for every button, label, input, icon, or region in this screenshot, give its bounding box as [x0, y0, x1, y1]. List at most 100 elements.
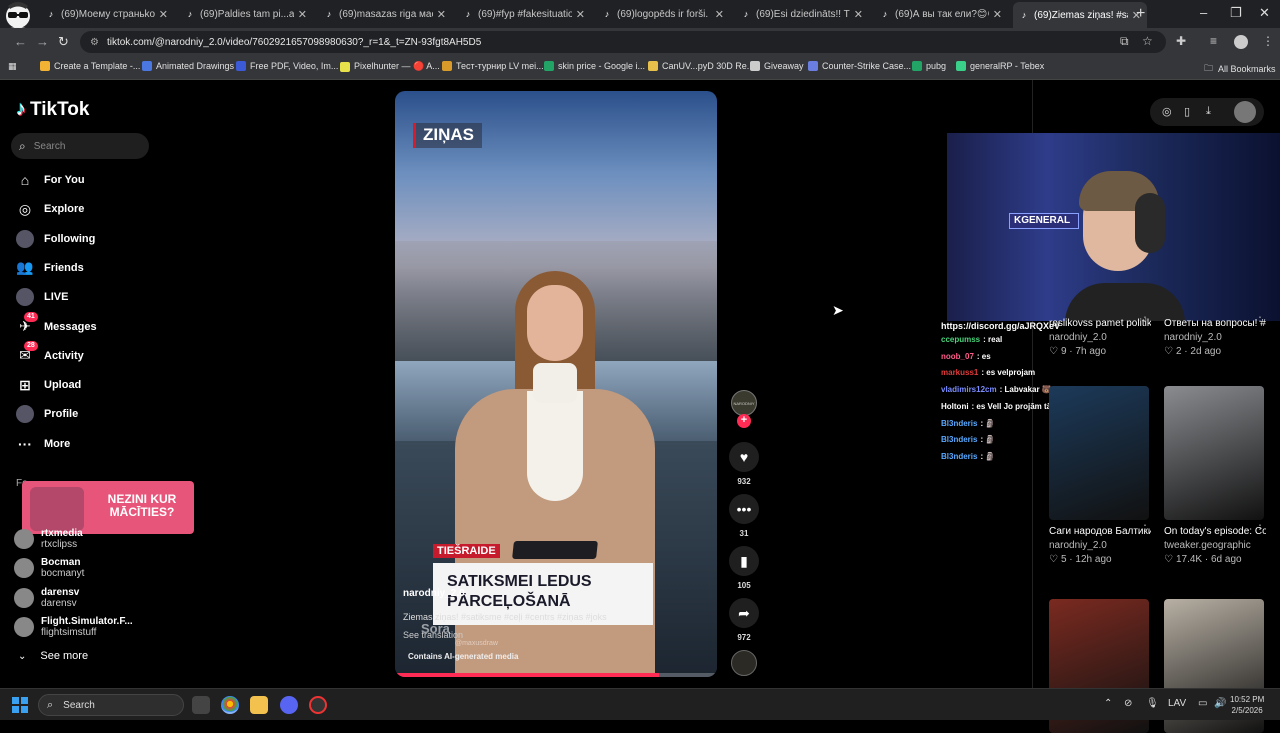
- bookmark-star-icon[interactable]: ☆: [1142, 34, 1153, 48]
- browser-tab[interactable]: ♪ (69)А вы так ели?😊😊 ✕: [874, 3, 1008, 25]
- recommended-video-card[interactable]: On today's episode: Concret...⋮tweaker.g…: [1164, 386, 1266, 567]
- reading-list-icon[interactable]: ≡: [1210, 34, 1217, 48]
- card-author[interactable]: narodniy_2.0: [1049, 331, 1151, 345]
- recommended-video-card[interactable]: roslikovss pamet politiku! #rosliko...⋮n…: [1049, 312, 1151, 359]
- followed-account[interactable]: Bocman bocmanyt: [14, 557, 84, 579]
- bookmark-item[interactable]: pubg: [912, 61, 946, 71]
- bookmark-item[interactable]: Pixelhunter — 🔴 A...: [340, 61, 440, 72]
- bookmark-item[interactable]: generalRP - Tebex: [956, 61, 1044, 71]
- volume-icon[interactable]: 🔊: [1214, 698, 1226, 709]
- card-author[interactable]: narodniy_2.0: [1164, 331, 1266, 345]
- display-icon[interactable]: ▭: [1198, 698, 1207, 709]
- recommended-video-card[interactable]: Саги народов Балтики! часть 5...⋮narodni…: [1049, 386, 1151, 567]
- tab-close-icon[interactable]: ✕: [159, 8, 168, 21]
- nav-item-friends[interactable]: 👥 Friends: [16, 259, 83, 277]
- forward-icon[interactable]: →: [36, 34, 49, 49]
- sound-disc-icon[interactable]: [731, 650, 757, 676]
- bookmark-item[interactable]: Counter-Strike Case...: [808, 61, 911, 71]
- video-author[interactable]: narodniy_2.0: [403, 588, 465, 599]
- tab-close-icon[interactable]: ✕: [298, 8, 307, 21]
- windows-start-icon[interactable]: [12, 697, 28, 713]
- card-author[interactable]: tweaker.geographic: [1164, 539, 1266, 553]
- extensions-icon[interactable]: ✚: [1176, 34, 1186, 48]
- install-app-icon[interactable]: ⧉: [1120, 34, 1129, 49]
- address-bar[interactable]: ⚙ tiktok.com/@narodniy_2.0/video/7602921…: [80, 31, 1166, 53]
- task-view-icon[interactable]: [192, 696, 210, 714]
- card-author[interactable]: narodniy_2.0: [1049, 539, 1151, 553]
- close-window-icon[interactable]: ✕: [1259, 5, 1270, 21]
- apps-grid-icon[interactable]: ▦: [8, 61, 17, 72]
- tray-expand-icon[interactable]: ⌃: [1104, 698, 1112, 709]
- nav-item-more[interactable]: ··· More: [16, 435, 70, 453]
- browser-tab[interactable]: ♪ (69)Esi dziedināts!! Tici ur ✕: [735, 3, 869, 25]
- video-thumbnail[interactable]: [1049, 386, 1149, 520]
- like-button[interactable]: ♥ 932: [728, 442, 760, 486]
- nav-item-following[interactable]: Following: [16, 229, 95, 248]
- nav-item-for-you[interactable]: ⌂ For You: [16, 171, 85, 189]
- ad-banner[interactable]: NEZINI KUR MĀCĪTIES?: [22, 481, 194, 534]
- search-input[interactable]: ⌕ Search: [11, 133, 149, 159]
- nav-item-upload[interactable]: ⊞ Upload: [16, 376, 81, 394]
- browser-tab[interactable]: ♪ (69)Моему страньkому п ✕: [40, 3, 174, 25]
- tab-close-icon[interactable]: ✕: [993, 8, 1002, 21]
- network-icon[interactable]: ⊘: [1124, 698, 1132, 709]
- video-player[interactable]: ZIŅAS TIEŠRAIDE SATIKSMEI LEDUS PĀRCEĻOŠ…: [395, 91, 717, 677]
- save-button[interactable]: ▮ 105: [728, 546, 760, 590]
- more-options-icon[interactable]: ⋮: [1139, 316, 1151, 325]
- recommended-video-card[interactable]: Ответы на вопросы! #ответ...⋮narodniy_2.…: [1164, 312, 1266, 359]
- comment-button[interactable]: ••• 31: [728, 494, 760, 538]
- bookmark-item[interactable]: Giveaway: [750, 61, 804, 71]
- video-thumbnail[interactable]: [1164, 386, 1264, 520]
- video-progress-bar[interactable]: [395, 673, 717, 677]
- bookmark-item[interactable]: Тест-турнир LV mei...: [442, 61, 544, 71]
- site-info-icon[interactable]: ⚙: [90, 37, 99, 48]
- followed-account[interactable]: Flight.Simulator.F... flightsimstuff: [14, 616, 133, 638]
- menu-icon[interactable]: ⋮: [1262, 34, 1274, 48]
- coin-icon[interactable]: ◎: [1162, 105, 1172, 118]
- nav-item-activity[interactable]: ✉ 28 Activity: [16, 340, 84, 365]
- see-translation-link[interactable]: See translation: [403, 630, 463, 640]
- tab-close-icon[interactable]: ✕: [715, 8, 724, 21]
- follow-button[interactable]: +: [737, 414, 751, 428]
- nav-item-profile[interactable]: Profile: [16, 405, 78, 424]
- nav-item-live[interactable]: LIVE: [16, 288, 68, 307]
- discord-icon[interactable]: [280, 696, 298, 714]
- browser-tab[interactable]: ♪ (69)#fyp #fakesituation⚠️ ✕: [457, 3, 591, 25]
- tab-close-icon[interactable]: ✕: [854, 8, 863, 21]
- bookmark-item[interactable]: Free PDF, Video, Im...: [236, 61, 338, 71]
- more-options-icon[interactable]: ⋮: [1254, 316, 1266, 325]
- share-button[interactable]: ➦ 972: [728, 598, 760, 642]
- tab-close-icon[interactable]: ✕: [576, 8, 585, 21]
- tiktok-logo[interactable]: ♪ TikTok: [16, 98, 89, 121]
- more-options-icon[interactable]: ⋮: [1139, 524, 1151, 533]
- clock[interactable]: 10:52 PM 2/5/2026: [1230, 694, 1264, 716]
- reload-icon[interactable]: ↻: [58, 34, 69, 50]
- nav-item-messages[interactable]: ✈ 41 Messages: [16, 311, 97, 336]
- followed-account[interactable]: darensv darensv: [14, 587, 79, 609]
- user-avatar[interactable]: [1234, 101, 1256, 123]
- taskbar-search-input[interactable]: ⌕ Search: [38, 694, 184, 716]
- device-icon[interactable]: ▯: [1184, 105, 1190, 118]
- language-indicator[interactable]: LAV: [1168, 698, 1186, 709]
- tab-close-icon[interactable]: ✕: [437, 8, 446, 21]
- minimize-icon[interactable]: –: [1200, 5, 1207, 20]
- more-options-icon[interactable]: ⋮: [1254, 524, 1266, 533]
- download-icon[interactable]: ⤓: [1206, 105, 1211, 118]
- followed-account[interactable]: rtxmedia rtxclipss: [14, 528, 83, 550]
- app-icon[interactable]: [309, 696, 327, 714]
- nav-item-explore[interactable]: ◎ Explore: [16, 200, 84, 218]
- browser-tab[interactable]: ♪ (69)logopēds ir forši. 😊 ✕: [596, 3, 730, 25]
- bookmark-item[interactable]: skin price - Google i...: [544, 61, 645, 71]
- see-more-button[interactable]: ⌄ See more: [18, 650, 88, 662]
- chrome-icon[interactable]: [221, 696, 239, 714]
- browser-tab[interactable]: ♪ (69)Paldies tam pi...am ka ✕: [179, 3, 313, 25]
- bookmark-item[interactable]: CanUV...pyD 30D Re...: [648, 61, 754, 71]
- back-icon[interactable]: ←: [14, 34, 27, 49]
- bookmark-item[interactable]: Animated Drawings: [142, 61, 234, 71]
- creator-avatar[interactable]: NARODNIY: [731, 390, 757, 416]
- restore-icon[interactable]: ❐: [1230, 5, 1242, 21]
- microphone-icon[interactable]: 🎙: [1146, 698, 1159, 709]
- browser-tab[interactable]: ♪ (69)masazas riga массаж ✕: [318, 3, 452, 25]
- all-bookmarks-folder[interactable]: 🗀 All Bookmarks: [1204, 61, 1276, 77]
- file-explorer-icon[interactable]: [250, 696, 268, 714]
